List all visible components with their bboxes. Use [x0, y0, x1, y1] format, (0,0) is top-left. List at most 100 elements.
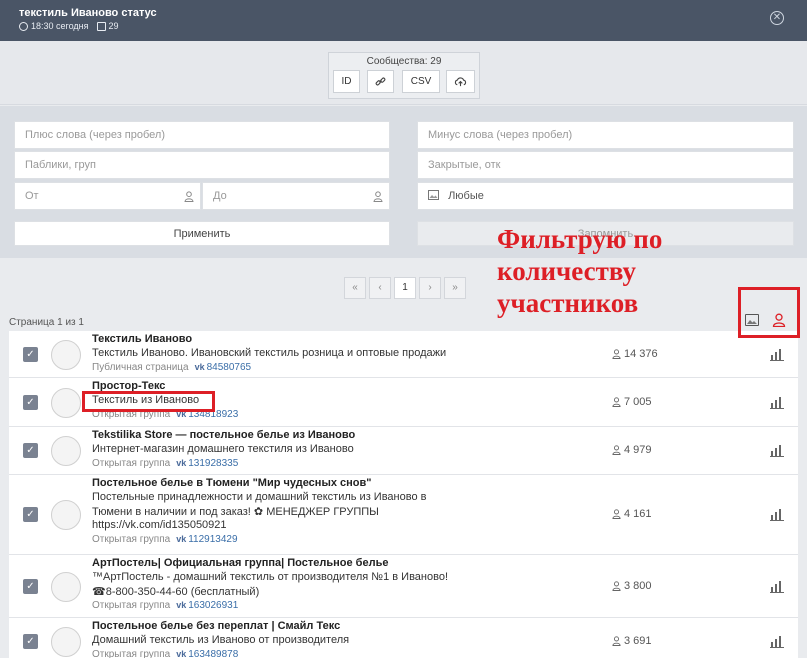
community-description: ™АртПостель - домашний текстиль от произ… — [92, 571, 448, 583]
community-row[interactable]: ✓ АртПостель| Официальная группа| Постель… — [9, 555, 798, 618]
members-to-input[interactable]: До — [202, 182, 390, 210]
community-type: Открытая группа vk 112913429 — [92, 534, 238, 545]
community-description: Домашний текстиль из Иваново от производ… — [92, 634, 350, 646]
annotation-highlight-description — [82, 391, 215, 412]
community-type-label: Открытая группа — [92, 534, 171, 545]
members-count-value: 3 691 — [624, 635, 652, 647]
community-type-label: Открытая группа — [92, 600, 171, 611]
person-icon — [612, 581, 621, 591]
community-name[interactable]: Постельное белье без переплат | Смайл Те… — [92, 620, 340, 632]
members-from-placeholder: От — [25, 190, 39, 202]
image-filter-select[interactable]: Любые — [417, 182, 794, 210]
page-info: Страница 1 из 1 — [9, 317, 84, 328]
export-panel: Сообщества: 29 ID CSV — [0, 41, 807, 105]
stats-bar-icon[interactable] — [770, 509, 784, 521]
search-meta: 18:30 сегодня 29 — [19, 21, 119, 31]
community-description: https://vk.com/id135050921 — [92, 519, 227, 531]
publics-input[interactable]: Паблики, груп — [14, 151, 390, 179]
export-box: Сообщества: 29 ID CSV — [328, 52, 480, 99]
annotation-line-1: Фильтрую по — [497, 224, 663, 254]
community-avatar[interactable] — [51, 340, 81, 370]
link-icon — [375, 77, 386, 86]
row-checkbox[interactable]: ✓ — [23, 347, 38, 362]
vk-icon: vk — [176, 649, 187, 658]
members-count-value: 7 005 — [624, 396, 652, 408]
community-avatar[interactable] — [51, 627, 81, 657]
export-link-button[interactable] — [367, 70, 394, 93]
closed-input[interactable]: Закрытые, отк — [417, 151, 794, 179]
members-count: 14 376 — [612, 348, 658, 360]
community-description: Постельные принадлежности и домашний тек… — [92, 491, 427, 503]
person-icon — [612, 349, 621, 359]
copy-icon — [96, 21, 106, 31]
row-checkbox[interactable]: ✓ — [23, 634, 38, 649]
image-icon — [428, 190, 439, 200]
search-count: 29 — [108, 21, 119, 31]
page-next-button[interactable]: › — [419, 277, 441, 299]
community-description: Текстиль Иваново. Ивановский текстиль ро… — [92, 347, 447, 359]
community-row[interactable]: ✓ Постельное белье без переплат | Смайл Т… — [9, 618, 798, 658]
vk-icon: vk — [176, 534, 187, 544]
export-id-button[interactable]: ID — [333, 70, 360, 93]
community-name[interactable]: Постельное белье в Тюмени "Мир чудесных … — [92, 477, 371, 489]
vk-icon: vk — [194, 362, 205, 372]
page-prev-button[interactable]: ‹ — [369, 277, 391, 299]
community-id-link[interactable]: 163489878 — [188, 649, 238, 658]
members-from-input[interactable]: От — [14, 182, 201, 210]
community-row[interactable]: ✓ Текстиль Иваново Текстиль Иваново. Ивано… — [9, 331, 798, 378]
stats-bar-icon[interactable] — [770, 445, 784, 457]
members-count-value: 14 376 — [624, 348, 658, 360]
annotation-text: Фильтрую по количеству участников — [497, 223, 737, 319]
row-checkbox[interactable]: ✓ — [23, 507, 38, 522]
close-icon[interactable]: ✕ — [770, 11, 784, 25]
page-current-button[interactable]: 1 — [394, 277, 416, 299]
person-icon — [612, 397, 621, 407]
community-avatar[interactable] — [51, 436, 81, 466]
community-name[interactable]: Tekstilika Store — постельное белье из И… — [92, 429, 355, 441]
community-id-link[interactable]: 163026931 — [188, 600, 238, 611]
community-id-link[interactable]: 112913429 — [188, 534, 237, 545]
stats-bar-icon[interactable] — [770, 636, 784, 648]
members-count-value: 4 161 — [624, 508, 652, 520]
page-first-button[interactable]: « — [344, 277, 366, 299]
minus-words-input[interactable]: Минус слова (через пробел) — [417, 121, 794, 149]
community-avatar[interactable] — [51, 388, 81, 418]
stats-bar-icon[interactable] — [770, 349, 784, 361]
person-icon — [612, 636, 621, 646]
community-avatar[interactable] — [51, 572, 81, 602]
stats-bar-icon[interactable] — [770, 397, 784, 409]
vk-icon: vk — [176, 458, 187, 468]
community-id-link[interactable]: 84580765 — [207, 362, 252, 373]
export-cloud-button[interactable] — [446, 70, 475, 93]
community-name[interactable]: АртПостель| Официальная группа| Постельн… — [92, 557, 388, 569]
community-row[interactable]: ✓ Постельное белье в Тюмени "Мир чудесных… — [9, 475, 798, 555]
members-count: 3 691 — [612, 635, 652, 647]
pagination: « ‹ 1 › » — [344, 277, 469, 299]
community-type-label: Открытая группа — [92, 649, 171, 658]
members-count: 4 161 — [612, 508, 652, 520]
community-avatar[interactable] — [51, 500, 81, 530]
window-header: текстиль Иваново статус 18:30 сегодня 29… — [0, 0, 807, 41]
person-icon — [373, 191, 383, 202]
row-checkbox[interactable]: ✓ — [23, 395, 38, 410]
apply-button[interactable]: Применить — [14, 221, 390, 246]
image-filter-value: Любые — [448, 190, 484, 202]
vk-icon: vk — [176, 600, 187, 610]
row-checkbox[interactable]: ✓ — [23, 579, 38, 594]
members-count: 4 979 — [612, 444, 652, 456]
plus-words-input[interactable]: Плюс слова (через пробел) — [14, 121, 390, 149]
members-count: 7 005 — [612, 396, 652, 408]
row-checkbox[interactable]: ✓ — [23, 443, 38, 458]
community-name[interactable]: Текстиль Иваново — [92, 333, 192, 345]
person-icon — [184, 191, 194, 202]
export-csv-button[interactable]: CSV — [402, 70, 440, 93]
members-count: 3 800 — [612, 580, 652, 592]
members-count-value: 4 979 — [624, 444, 652, 456]
search-time: 18:30 сегодня — [31, 21, 89, 31]
community-type-label: Открытая группа — [92, 458, 171, 469]
community-row[interactable]: ✓ Tekstilika Store — постельное белье из … — [9, 427, 798, 475]
annotation-line-3: участников — [497, 288, 639, 318]
page-last-button[interactable]: » — [444, 277, 466, 299]
community-id-link[interactable]: 131928335 — [188, 458, 238, 469]
stats-bar-icon[interactable] — [770, 581, 784, 593]
